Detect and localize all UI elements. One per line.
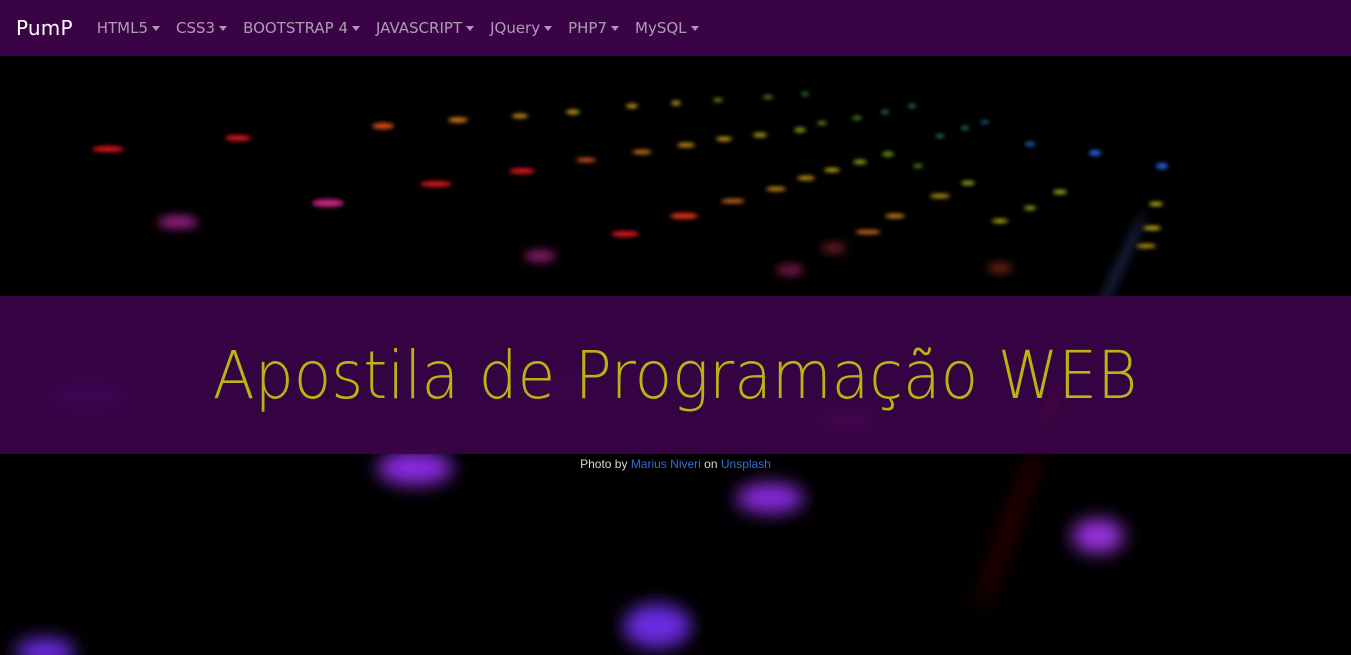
nav-item-css3[interactable]: CSS3 <box>176 19 228 37</box>
chevron-down-icon <box>690 25 699 31</box>
chevron-down-icon <box>219 25 228 31</box>
nav-item-jquery[interactable]: JQuery <box>490 19 553 37</box>
credit-prefix: Photo by <box>580 457 628 471</box>
page-title: Apostila de Programação WEB <box>213 336 1138 414</box>
credit-middle: on <box>704 457 718 471</box>
nav-item-html5[interactable]: HTML5 <box>96 19 161 37</box>
nav-item-label: BOOTSTRAP 4 <box>243 19 349 37</box>
chevron-down-icon <box>611 25 620 31</box>
nav-item-label: JAVASCRIPT <box>376 19 463 37</box>
chevron-down-icon <box>466 25 475 31</box>
nav-item-label: HTML5 <box>96 19 149 37</box>
chevron-down-icon <box>152 25 161 31</box>
navbar: PumP HTML5 CSS3 BOOTSTRAP 4 JAVASCRIPT J… <box>0 0 1351 56</box>
nav-item-label: PHP7 <box>568 19 608 37</box>
nav-item-label: MySQL <box>635 19 687 37</box>
author-link[interactable]: Marius Niveri <box>631 457 701 471</box>
chevron-down-icon <box>352 25 361 31</box>
title-banner: Apostila de Programação WEB <box>0 296 1351 454</box>
photo-credit: Photo by Marius Niveri on Unsplash <box>0 457 1351 471</box>
nav-item-label: CSS3 <box>176 19 216 37</box>
nav-item-bootstrap4[interactable]: BOOTSTRAP 4 <box>243 19 361 37</box>
hero-section: Apostila de Programação WEB Photo by Mar… <box>0 56 1351 655</box>
chevron-down-icon <box>544 25 553 31</box>
nav-item-label: JQuery <box>490 19 541 37</box>
brand-logo[interactable]: PumP <box>16 16 73 40</box>
nav-item-php7[interactable]: PHP7 <box>568 19 620 37</box>
nav-item-javascript[interactable]: JAVASCRIPT <box>376 19 475 37</box>
nav-item-mysql[interactable]: MySQL <box>635 19 699 37</box>
unsplash-link[interactable]: Unsplash <box>721 457 771 471</box>
